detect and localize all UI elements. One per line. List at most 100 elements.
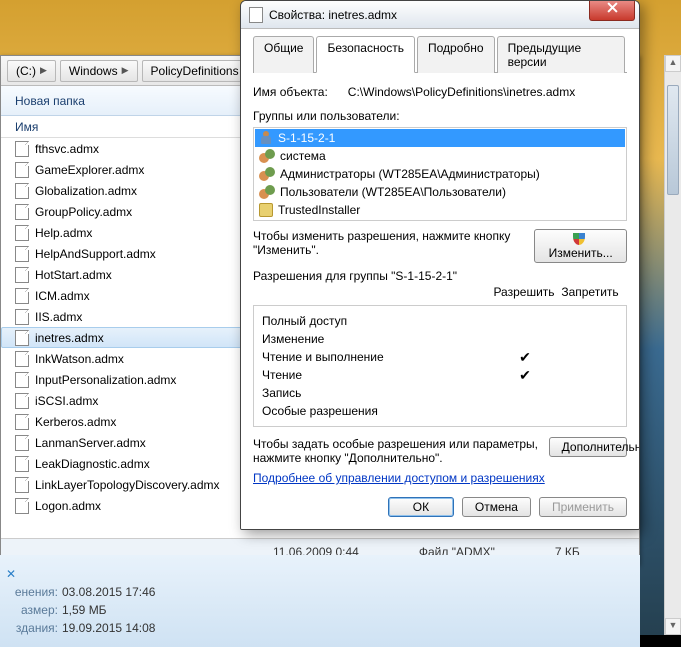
chevron-right-icon: ▶ <box>40 65 47 76</box>
group-name: Пользователи (WT285EA\Пользователи) <box>280 185 506 199</box>
object-name-label: Имя объекта: <box>253 85 328 99</box>
user-icon <box>259 131 273 145</box>
users-icon <box>259 167 275 181</box>
advanced-button[interactable]: Дополнительно <box>549 437 627 457</box>
permissions-list: Полный доступ Изменение Чтение и выполнени… <box>253 305 627 427</box>
group-name: Администраторы (WT285EA\Администраторы) <box>280 167 540 181</box>
chevron-right-icon: ▶ <box>122 65 129 76</box>
permissions-for-label: Разрешения для группы "S-1-15-2-1" <box>253 269 627 283</box>
scroll-thumb[interactable] <box>667 85 679 195</box>
apply-button[interactable]: Применить <box>539 497 627 517</box>
file-icon <box>15 141 29 157</box>
file-icon <box>15 267 29 283</box>
group-row[interactable]: S-1-15-2-1 <box>255 129 625 147</box>
tab-general[interactable]: Общие <box>253 36 314 73</box>
permission-name: Чтение <box>262 368 494 382</box>
file-icon <box>15 162 29 178</box>
new-folder-button[interactable]: Новая папка <box>15 94 85 108</box>
permission-name: Чтение и выполнение <box>262 350 494 364</box>
properties-dialog: Свойства: inetres.admx Общие Безопасност… <box>240 0 640 530</box>
file-icon <box>15 435 29 451</box>
file-icon <box>15 456 29 472</box>
edit-button[interactable]: Изменить... <box>534 229 627 263</box>
learn-more-link[interactable]: Подробнее об управлении доступом и разре… <box>253 471 545 485</box>
permission-name: Полный доступ <box>262 314 494 328</box>
file-icon <box>15 477 29 493</box>
file-name: Kerberos.admx <box>35 415 116 429</box>
file-icon <box>15 372 29 388</box>
file-name: HotStart.admx <box>35 268 112 282</box>
details-pane: ✕ енения:03.08.2015 17:46 азмер:1,59 МБ … <box>0 555 640 647</box>
tab-previous-versions[interactable]: Предыдущие версии <box>497 36 625 73</box>
groups-listbox[interactable]: S-1-15-2-1 система Администраторы (WT285EA… <box>253 127 627 221</box>
cancel-button[interactable]: Отмена <box>462 497 531 517</box>
permission-name: Особые разрешения <box>262 404 494 418</box>
file-name: Globalization.admx <box>35 184 137 198</box>
file-icon <box>15 309 29 325</box>
permission-name: Запись <box>262 386 494 400</box>
permission-name: Изменение <box>262 332 494 346</box>
allow-check: ✔ <box>494 367 556 384</box>
scrollbar-vertical[interactable]: ▲ ▼ <box>664 55 681 635</box>
permission-row: Изменение <box>262 330 618 348</box>
dialog-title: Свойства: inetres.admx <box>269 8 631 22</box>
col-allow: Разрешить <box>491 285 557 299</box>
file-icon <box>15 414 29 430</box>
edit-hint: Чтобы изменить разрешения, нажмите кнопк… <box>253 229 528 257</box>
col-deny: Запретить <box>557 285 623 299</box>
scroll-down-icon[interactable]: ▼ <box>665 618 681 635</box>
permission-row: Чтение✔ <box>262 366 618 384</box>
file-name: fthsvc.admx <box>35 142 99 156</box>
ok-button[interactable]: ОК <box>388 497 454 517</box>
allow-check: ✔ <box>494 349 556 366</box>
file-name: IIS.admx <box>35 310 82 324</box>
info-changed: 03.08.2015 17:46 <box>62 585 155 599</box>
file-name: InkWatson.admx <box>35 352 124 366</box>
installer-icon <box>259 203 273 217</box>
dialog-titlebar[interactable]: Свойства: inetres.admx <box>241 1 639 29</box>
group-name: TrustedInstaller <box>278 203 360 217</box>
group-row[interactable]: система <box>255 147 625 165</box>
file-name: inetres.admx <box>35 331 104 345</box>
file-icon <box>15 288 29 304</box>
file-name: HelpAndSupport.admx <box>35 247 156 261</box>
close-icon <box>607 2 618 13</box>
file-name: GroupPolicy.admx <box>35 205 132 219</box>
tab-details[interactable]: Подробно <box>417 36 495 73</box>
scroll-up-icon[interactable]: ▲ <box>665 55 681 72</box>
file-name: ICM.admx <box>35 289 90 303</box>
users-icon <box>259 149 275 163</box>
shield-icon <box>573 233 585 245</box>
tab-security[interactable]: Безопасность <box>316 36 415 73</box>
group-name: система <box>280 149 326 163</box>
permission-row: Особые разрешения <box>262 402 618 420</box>
advanced-hint: Чтобы задать особые разрешения или парам… <box>253 437 543 465</box>
file-icon <box>15 393 29 409</box>
tab-row: Общие Безопасность Подробно Предыдущие в… <box>253 35 627 73</box>
permission-row: Запись <box>262 384 618 402</box>
group-row[interactable]: Администраторы (WT285EA\Администраторы) <box>255 165 625 183</box>
file-name: Help.admx <box>35 226 92 240</box>
info-created: 19.09.2015 14:08 <box>62 621 155 635</box>
document-icon <box>249 7 263 23</box>
tiny-x-icon[interactable]: ✕ <box>6 565 634 583</box>
users-icon <box>259 185 275 199</box>
file-name: LinkLayerTopologyDiscovery.admx <box>35 478 220 492</box>
info-size: 1,59 МБ <box>62 603 107 617</box>
permission-row: Полный доступ <box>262 312 618 330</box>
file-icon <box>15 330 29 346</box>
breadcrumb-drive[interactable]: (C:)▶ <box>7 60 56 82</box>
close-button[interactable] <box>589 1 635 21</box>
object-name-value: C:\Windows\PolicyDefinitions\inetres.adm… <box>348 85 575 99</box>
file-icon <box>15 204 29 220</box>
file-icon <box>15 351 29 367</box>
file-name: Logon.admx <box>35 499 101 513</box>
file-name: GameExplorer.admx <box>35 163 144 177</box>
permission-row: Чтение и выполнение✔ <box>262 348 618 366</box>
breadcrumb-windows[interactable]: Windows▶ <box>60 60 138 82</box>
file-icon <box>15 183 29 199</box>
group-row[interactable]: Пользователи (WT285EA\Пользователи) <box>255 183 625 201</box>
file-name: InputPersonalization.admx <box>35 373 176 387</box>
group-row[interactable]: TrustedInstaller <box>255 201 625 219</box>
file-icon <box>15 225 29 241</box>
